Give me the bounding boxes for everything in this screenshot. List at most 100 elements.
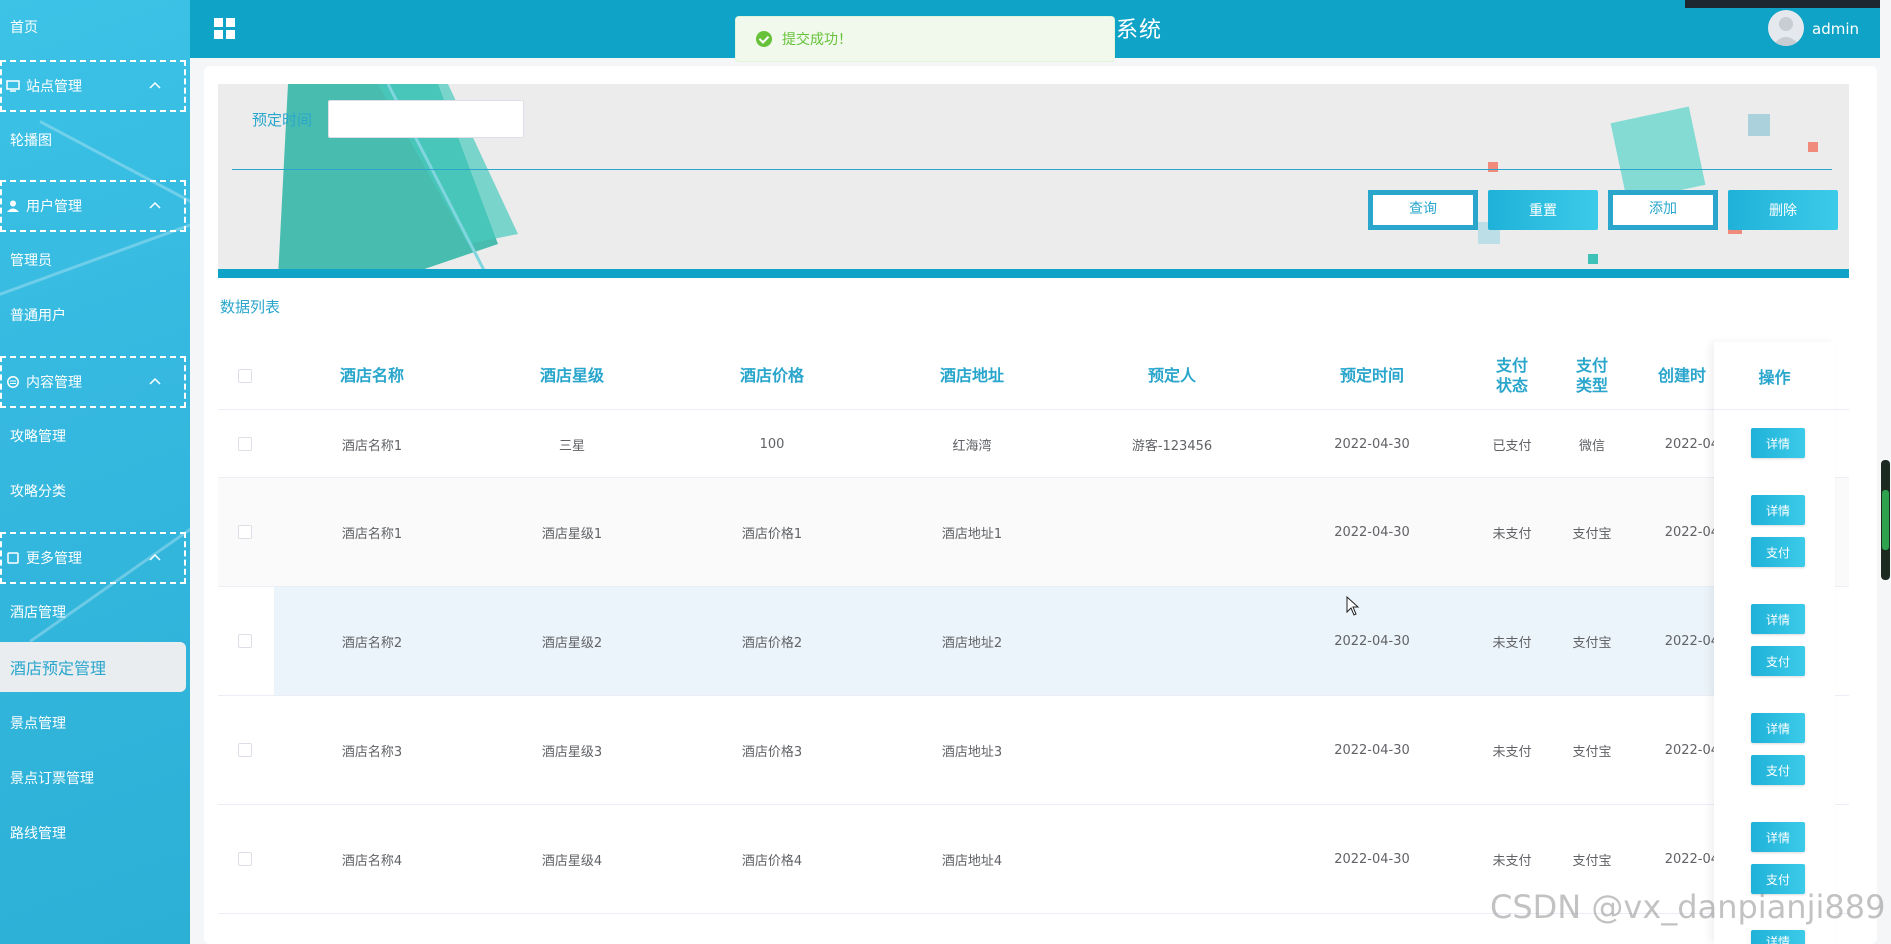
cell-hotel-name: 酒店名称2 bbox=[341, 635, 403, 651]
query-button[interactable]: 查询 bbox=[1368, 190, 1478, 230]
row-select-cell bbox=[218, 696, 272, 804]
sidebar-item-label: 轮播图 bbox=[10, 133, 52, 149]
cell-time: 2022-04-30 bbox=[1334, 851, 1410, 867]
table-header: 酒店名称 酒店星级 酒店价格 酒店地址 预定人 预定时间 支付状态 支付类型 创… bbox=[218, 342, 1849, 410]
watermark: CSDN @vx_danpianji889 bbox=[1490, 888, 1886, 926]
sidebar-group-content[interactable]: 内容管理 bbox=[0, 356, 186, 408]
row-checkbox[interactable] bbox=[238, 852, 252, 866]
sidebar-item-users[interactable]: 普通用户 bbox=[0, 288, 186, 342]
cell-booker bbox=[1072, 805, 1272, 913]
cell-star: 酒店星级4 bbox=[541, 853, 603, 869]
detail-button[interactable]: 详情 bbox=[1751, 930, 1805, 944]
table-row: 酒店名称1 三星 100 红海湾 游客-123456 2022-04-30 已支… bbox=[218, 411, 1849, 478]
cell-address: 酒店地址4 bbox=[941, 853, 1003, 869]
divider bbox=[232, 169, 1832, 170]
cell-hotel-name: 酒店名称3 bbox=[341, 744, 403, 760]
cell-pay-type: 支付宝 bbox=[1572, 635, 1612, 651]
row-select-cell bbox=[218, 478, 272, 586]
row-select-cell bbox=[218, 411, 272, 477]
cell-pay-type: 微信 bbox=[1578, 438, 1605, 454]
mouse-cursor-icon bbox=[1346, 596, 1360, 616]
row-checkbox[interactable] bbox=[238, 743, 252, 757]
row-checkbox[interactable] bbox=[238, 437, 252, 451]
pay-button[interactable]: 支付 bbox=[1751, 646, 1805, 676]
user-icon bbox=[7, 200, 19, 212]
cell-time: 2022-04-30 bbox=[1334, 742, 1410, 758]
sidebar-item-label: 景点管理 bbox=[10, 716, 66, 732]
grid-menu-icon[interactable] bbox=[214, 18, 236, 40]
username[interactable]: admin bbox=[1812, 20, 1859, 38]
detail-button[interactable]: 详情 bbox=[1751, 822, 1805, 852]
chevron-up-icon bbox=[149, 81, 161, 89]
select-all-checkbox[interactable] bbox=[238, 369, 252, 383]
cell-pay-status: 未支付 bbox=[1492, 744, 1532, 760]
sidebar-item-carousel[interactable]: 轮播图 bbox=[0, 113, 186, 167]
sidebar-group-more[interactable]: 更多管理 bbox=[0, 532, 186, 584]
detail-button[interactable]: 详情 bbox=[1751, 428, 1805, 458]
search-label: 预定时间 bbox=[252, 111, 313, 129]
cell-booker: 游客-123456 bbox=[1131, 438, 1213, 454]
sidebar-item-label: 首页 bbox=[10, 20, 38, 36]
sidebar-group-site[interactable]: 站点管理 bbox=[0, 60, 186, 112]
detail-button[interactable]: 详情 bbox=[1751, 604, 1805, 634]
avatar[interactable] bbox=[1768, 10, 1804, 46]
reset-button[interactable]: 重置 bbox=[1488, 190, 1598, 230]
delete-button[interactable]: 删除 bbox=[1728, 190, 1838, 230]
cell-time: 2022-04-30 bbox=[1334, 436, 1410, 452]
detail-button[interactable]: 详情 bbox=[1751, 713, 1805, 743]
sidebar-item-label: 攻略分类 bbox=[10, 484, 66, 500]
cell-pay-type: 支付宝 bbox=[1572, 744, 1612, 760]
sidebar-item-home[interactable]: 首页 bbox=[0, 0, 186, 54]
column-header[interactable]: 预定人 bbox=[1072, 342, 1272, 410]
list-title: 数据列表 bbox=[220, 298, 281, 316]
column-header[interactable]: 酒店星级 bbox=[472, 342, 672, 410]
cell-pay-status: 已支付 bbox=[1492, 438, 1532, 454]
sidebar-item-guide-categories[interactable]: 攻略分类 bbox=[0, 464, 186, 518]
sidebar-item-guides[interactable]: 攻略管理 bbox=[0, 409, 186, 463]
tablet-icon bbox=[7, 552, 19, 564]
cell-address: 红海湾 bbox=[952, 438, 992, 454]
cell-hotel-name: 酒店名称1 bbox=[341, 438, 403, 454]
page-scrollbar[interactable] bbox=[1880, 0, 1891, 944]
sidebar-item-ticket-orders[interactable]: 景点订票管理 bbox=[0, 751, 186, 805]
add-button[interactable]: 添加 bbox=[1608, 190, 1718, 230]
sidebar-item-hotels[interactable]: 酒店管理 bbox=[0, 585, 186, 639]
cell-pay-status: 未支付 bbox=[1492, 526, 1532, 542]
column-header[interactable]: 酒店地址 bbox=[872, 342, 1072, 410]
sidebar-item-hotel-bookings[interactable]: 酒店预定管理 bbox=[0, 642, 186, 692]
window-edge bbox=[1685, 0, 1891, 8]
sidebar-group-label: 内容管理 bbox=[26, 375, 82, 391]
cell-star: 酒店星级3 bbox=[541, 744, 603, 760]
sidebar-item-attractions[interactable]: 景点管理 bbox=[0, 696, 186, 750]
cell-price: 100 bbox=[759, 436, 785, 452]
sidebar-group-label: 站点管理 bbox=[26, 79, 82, 95]
cell-price: 酒店价格4 bbox=[741, 853, 803, 869]
cell-time: 2022-04-30 bbox=[1334, 633, 1410, 649]
row-checkbox[interactable] bbox=[238, 525, 252, 539]
pay-button[interactable]: 支付 bbox=[1751, 755, 1805, 785]
detail-button[interactable]: 详情 bbox=[1751, 495, 1805, 525]
sidebar-item-admins[interactable]: 管理员 bbox=[0, 233, 186, 287]
column-header[interactable]: 酒店名称 bbox=[272, 342, 472, 410]
sidebar-item-label: 管理员 bbox=[10, 253, 52, 269]
pay-button[interactable]: 支付 bbox=[1751, 537, 1805, 567]
table-row: 酒店名称3 酒店星级3 酒店价格3 酒店地址3 2022-04-30 未支付 支… bbox=[218, 696, 1849, 805]
cell-star: 酒店星级2 bbox=[541, 635, 603, 651]
sidebar-item-label: 路线管理 bbox=[10, 826, 66, 842]
toast-message: 提交成功！ bbox=[782, 32, 852, 48]
sidebar-item-routes[interactable]: 路线管理 bbox=[0, 806, 186, 860]
user-avatar-icon bbox=[1772, 17, 1800, 46]
cell-star: 三星 bbox=[558, 438, 585, 454]
column-header[interactable]: 支付状态 bbox=[1472, 342, 1552, 410]
column-header[interactable]: 酒店价格 bbox=[672, 342, 872, 410]
add-button-label: 添加 bbox=[1611, 193, 1715, 227]
search-panel: 预定时间 查询 重置 添加 删除 bbox=[218, 84, 1849, 278]
column-header: 操作 bbox=[1714, 342, 1835, 410]
chevron-up-icon bbox=[149, 201, 161, 209]
chevron-up-icon bbox=[149, 553, 161, 561]
column-header[interactable]: 预定时间 bbox=[1272, 342, 1472, 410]
booking-time-input[interactable] bbox=[328, 100, 524, 138]
row-checkbox[interactable] bbox=[238, 634, 252, 648]
sidebar-group-user[interactable]: 用户管理 bbox=[0, 180, 186, 232]
column-header[interactable]: 支付类型 bbox=[1552, 342, 1632, 410]
